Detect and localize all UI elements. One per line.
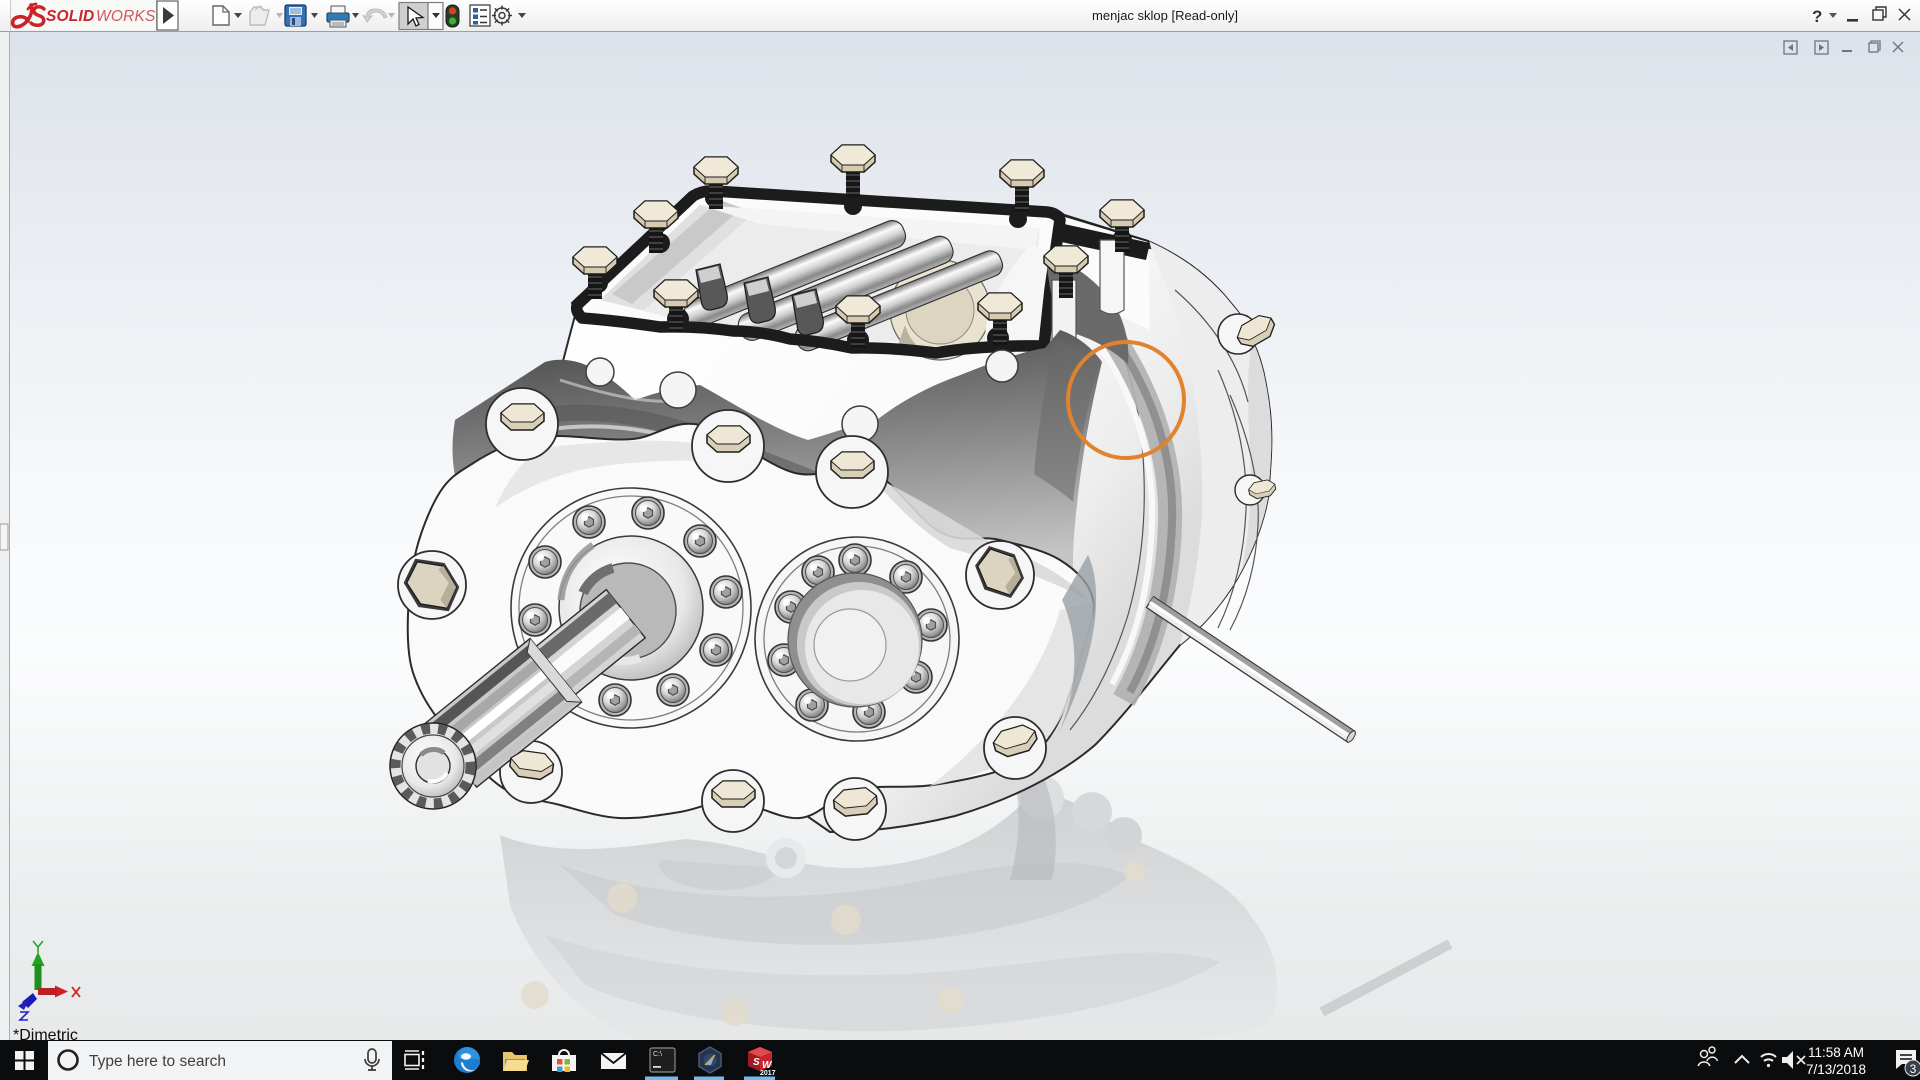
svg-text:WORKS: WORKS: [96, 8, 156, 25]
svg-text:2017: 2017: [760, 1070, 776, 1077]
svg-text:?: ?: [1812, 7, 1822, 26]
svg-text:menjac sklop [Read-only]: menjac sklop [Read-only]: [1092, 8, 1238, 23]
svg-text:11:58 AM: 11:58 AM: [1808, 1045, 1864, 1060]
svg-text:3: 3: [1910, 1062, 1917, 1076]
svg-text:Type here to search: Type here to search: [89, 1053, 226, 1070]
svg-text:7/13/2018: 7/13/2018: [1806, 1062, 1866, 1077]
svg-text:SOLID: SOLID: [46, 8, 94, 25]
svg-text:C:\: C:\: [653, 1051, 662, 1058]
svg-text:S: S: [753, 1057, 760, 1068]
